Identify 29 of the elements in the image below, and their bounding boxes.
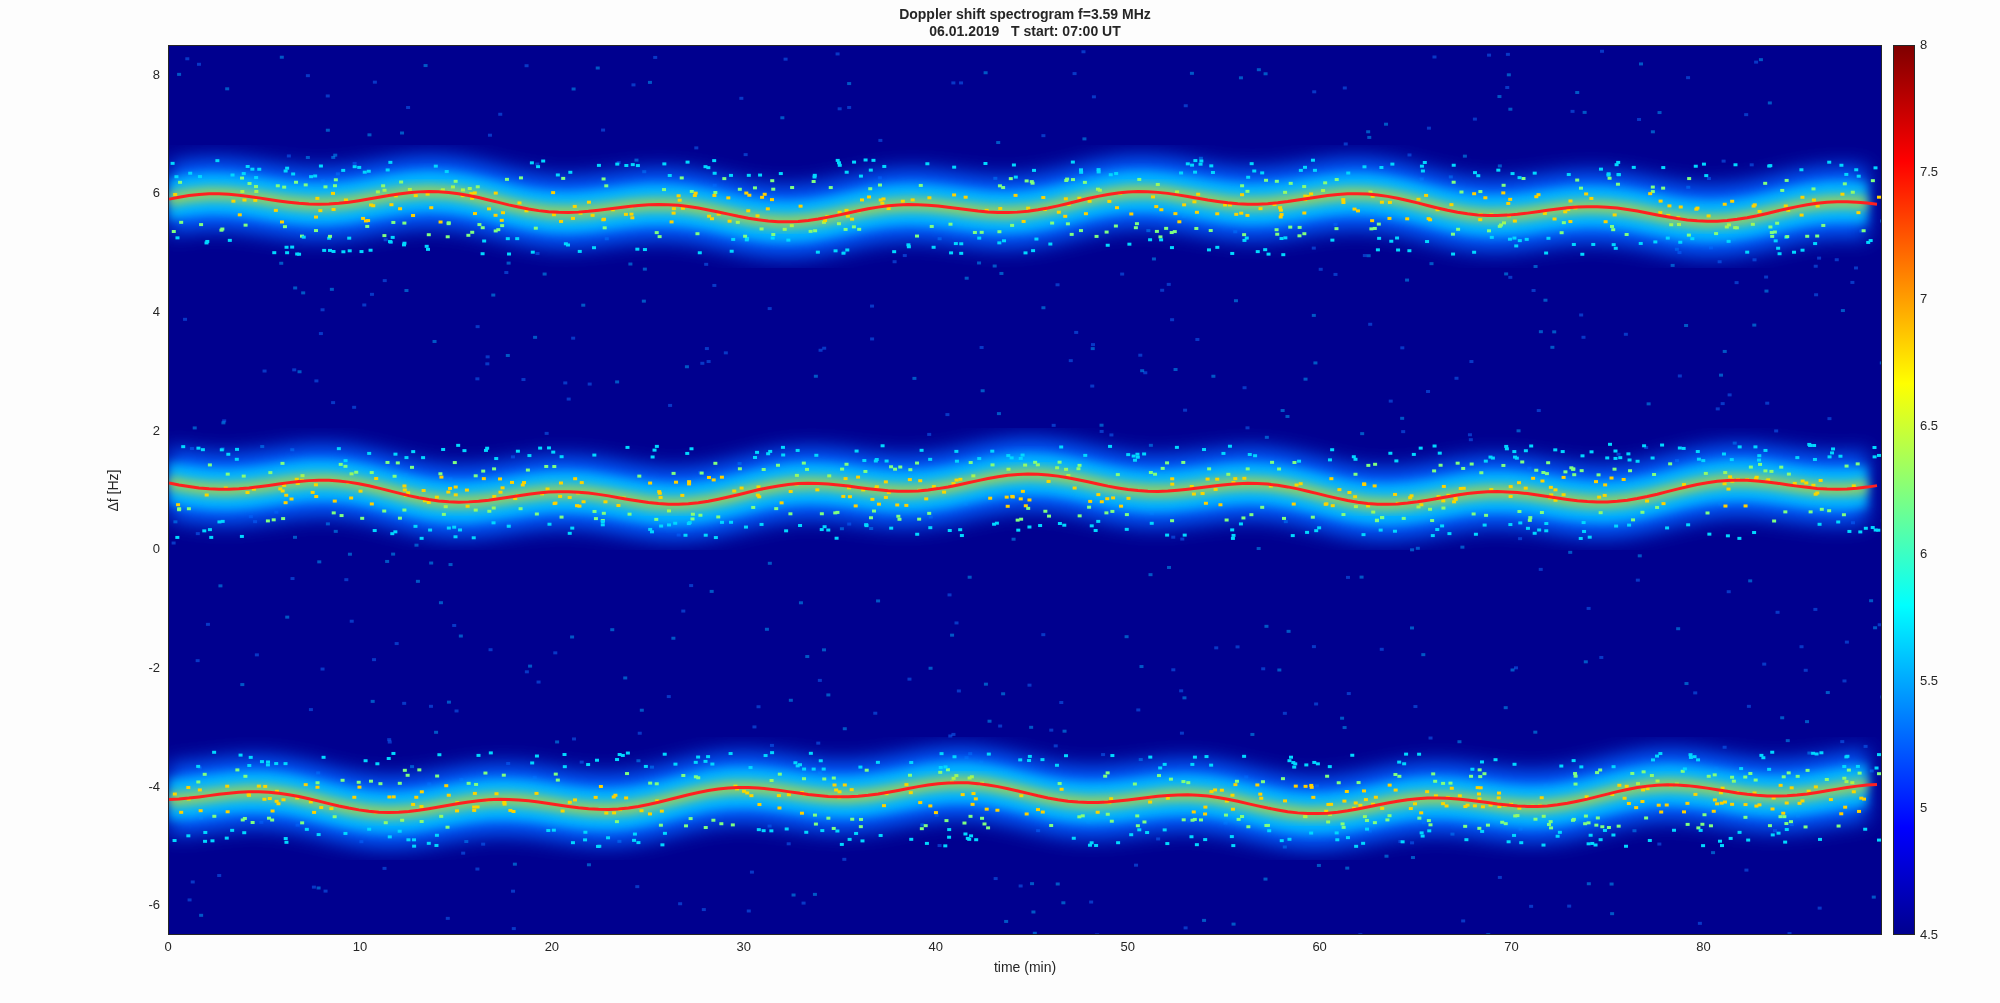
y-tick-label: 2 xyxy=(152,422,160,439)
y-tick-label: 0 xyxy=(152,541,160,558)
colorbar-tick-label: 4.5 xyxy=(1920,927,1939,943)
x-tick-label: 30 xyxy=(736,939,752,955)
y-tick-label: 8 xyxy=(152,66,160,83)
colorbar-tick-label: 5 xyxy=(1920,799,1928,816)
y-tick-label: 6 xyxy=(152,185,160,202)
x-tick-label: 60 xyxy=(1312,939,1327,955)
x-tick-label: 0 xyxy=(164,939,172,955)
figure-subtitle: 06.01.2019 T start: 07:00 UT xyxy=(929,22,1121,40)
y-axis-label: Δf [Hz] xyxy=(103,469,122,511)
colorbar-tick-label: 7.5 xyxy=(1920,164,1939,181)
figure-title: Doppler shift spectrogram f=3.59 MHz xyxy=(899,5,1151,23)
colorbar-tick-label: 6 xyxy=(1920,545,1928,562)
y-tick-label: 4 xyxy=(152,304,160,320)
y-tick-label: -4 xyxy=(148,778,160,795)
colorbar-tick-label: 6.5 xyxy=(1920,418,1939,435)
y-tick-label: -6 xyxy=(148,897,160,914)
colorbar-tick-label: 8 xyxy=(1920,37,1928,53)
x-tick-label: 50 xyxy=(1120,939,1135,955)
x-tick-label: 20 xyxy=(544,939,560,955)
colorbar-tick-label: 5.5 xyxy=(1920,672,1939,689)
x-tick-label: 40 xyxy=(928,939,943,955)
x-tick-label: 80 xyxy=(1696,939,1711,955)
colorbar-tick-label: 7 xyxy=(1920,291,1928,308)
x-tick-label: 10 xyxy=(352,939,368,955)
x-tick-label: 70 xyxy=(1504,939,1519,955)
x-axis-label: time (min) xyxy=(993,958,1057,977)
y-tick-label: -2 xyxy=(148,660,160,676)
